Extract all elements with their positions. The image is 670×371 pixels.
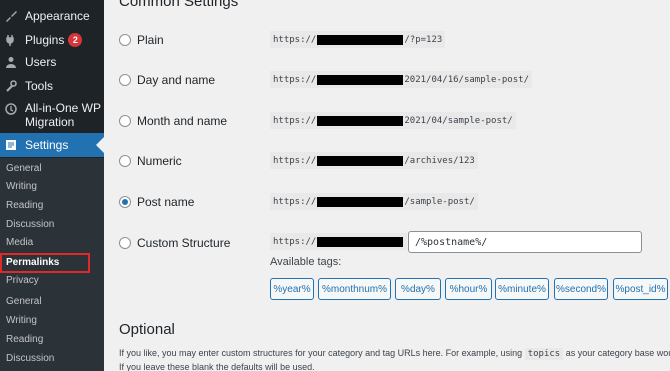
redacted-domain (317, 74, 404, 85)
submenu-discussion-2[interactable]: Discussion (0, 350, 104, 368)
menu-settings-label: Settings (25, 138, 69, 152)
option-post-name[interactable]: Post name (119, 192, 194, 212)
desc-inline-code: topics (524, 348, 564, 360)
menu-all-in-one-wp-migration[interactable]: All-in-One WP Migration (0, 101, 104, 131)
option-post-name-label: Post name (137, 195, 195, 209)
url-suffix: /sample-post/ (404, 196, 475, 207)
option-custom-structure-label: Custom Structure (137, 236, 231, 250)
submenu-reading[interactable]: Reading (0, 197, 104, 215)
plug-icon (4, 33, 18, 47)
menu-tools[interactable]: Tools (0, 75, 104, 97)
url-example-month-and-name: https:// 2021/04/sample-post/ (270, 112, 516, 129)
redacted-domain (317, 196, 404, 207)
available-tags-label: Available tags: (270, 256, 342, 268)
optional-description-line2: If you leave these blank the defaults wi… (119, 362, 315, 371)
menu-users[interactable]: Users (0, 51, 104, 73)
submenu-privacy[interactable]: Privacy (0, 272, 104, 290)
settings-icon (4, 138, 18, 152)
option-month-and-name-label: Month and name (137, 114, 228, 128)
menu-aio-label-line2: Migration (25, 115, 75, 129)
option-day-and-name-label: Day and name (137, 73, 216, 87)
tag-monthnum-button[interactable]: %monthnum% (318, 278, 391, 300)
url-suffix: /archives/123 (404, 155, 475, 166)
url-prefix: https:// (273, 115, 317, 126)
radio-custom-structure[interactable] (119, 237, 131, 249)
tag-second-button[interactable]: %second% (554, 278, 608, 300)
desc-text-b: as your category base would m (565, 348, 670, 358)
option-numeric-label: Numeric (137, 154, 182, 168)
redacted-domain (317, 115, 404, 126)
tag-hour-button[interactable]: %hour% (445, 278, 492, 300)
current-menu-arrow (96, 137, 104, 153)
submenu-reading-2[interactable]: Reading (0, 331, 104, 349)
submenu-writing-2[interactable]: Writing (0, 312, 104, 330)
url-prefix: https:// (273, 236, 317, 247)
radio-numeric[interactable] (119, 155, 131, 167)
menu-settings[interactable]: Settings (0, 133, 104, 157)
redacted-domain (317, 155, 404, 166)
brush-icon (4, 9, 18, 23)
radio-plain[interactable] (119, 34, 131, 46)
menu-plugins-label: Plugins (25, 33, 65, 47)
tag-post-id-button[interactable]: %post_id% (613, 278, 668, 300)
permalink-settings-main: Common Settings Plain https:// /?p=123 Da… (104, 0, 670, 371)
url-prefix: https:// (273, 74, 317, 85)
menu-users-label: Users (25, 55, 57, 69)
menu-appearance[interactable]: Appearance (0, 5, 104, 27)
url-example-numeric: https:// /archives/123 (270, 152, 478, 169)
redacted-domain (317, 236, 404, 247)
submenu-media[interactable]: Media (0, 234, 104, 252)
url-suffix: 2021/04/16/sample-post/ (404, 74, 529, 85)
radio-post-name[interactable] (119, 196, 131, 208)
radio-month-and-name[interactable] (119, 115, 131, 127)
user-icon (4, 55, 18, 69)
option-plain[interactable]: Plain (119, 30, 164, 50)
admin-sidebar: Appearance Plugins 2 Users Tools All-in-… (0, 0, 104, 371)
submenu-general[interactable]: General (0, 160, 104, 178)
submenu-discussion[interactable]: Discussion (0, 216, 104, 234)
radio-day-and-name[interactable] (119, 74, 131, 86)
menu-tools-label: Tools (25, 79, 54, 93)
permalinks-highlight-box (0, 253, 90, 273)
url-prefix: https:// (273, 155, 317, 166)
url-suffix: 2021/04/sample-post/ (404, 115, 513, 126)
option-numeric[interactable]: Numeric (119, 151, 182, 171)
submenu-general-2[interactable]: General (0, 293, 104, 311)
redacted-domain (317, 34, 404, 45)
desc-text-a: If you like, you may enter custom struct… (119, 348, 523, 358)
menu-plugins[interactable]: Plugins 2 (0, 29, 104, 51)
optional-description-line1: If you like, you may enter custom struct… (119, 348, 670, 360)
url-prefix: https:// (273, 196, 317, 207)
url-prefix: https:// (273, 34, 317, 45)
submenu-writing[interactable]: Writing (0, 178, 104, 196)
tag-day-button[interactable]: %day% (395, 278, 441, 300)
url-suffix: /?p=123 (404, 34, 443, 45)
url-example-post-name: https:// /sample-post/ (270, 193, 478, 210)
url-example-plain: https:// /?p=123 (270, 31, 446, 48)
url-example-day-and-name: https:// 2021/04/16/sample-post/ (270, 71, 532, 88)
plugins-update-badge: 2 (68, 33, 83, 47)
option-custom-structure[interactable]: Custom Structure (119, 233, 230, 253)
tag-minute-button[interactable]: %minute% (495, 278, 549, 300)
migration-icon (4, 102, 18, 116)
custom-structure-input[interactable] (408, 231, 642, 253)
option-day-and-name[interactable]: Day and name (119, 70, 215, 90)
common-settings-heading: Common Settings (119, 0, 239, 10)
url-base-custom-structure: https:// (270, 233, 408, 250)
menu-appearance-label: Appearance (25, 9, 90, 23)
option-plain-label: Plain (137, 33, 164, 47)
optional-heading: Optional (119, 321, 175, 338)
wrench-icon (4, 79, 18, 93)
option-month-and-name[interactable]: Month and name (119, 111, 227, 131)
menu-aio-label-line1: All-in-One WP (25, 101, 102, 115)
tag-year-button[interactable]: %year% (270, 278, 314, 300)
